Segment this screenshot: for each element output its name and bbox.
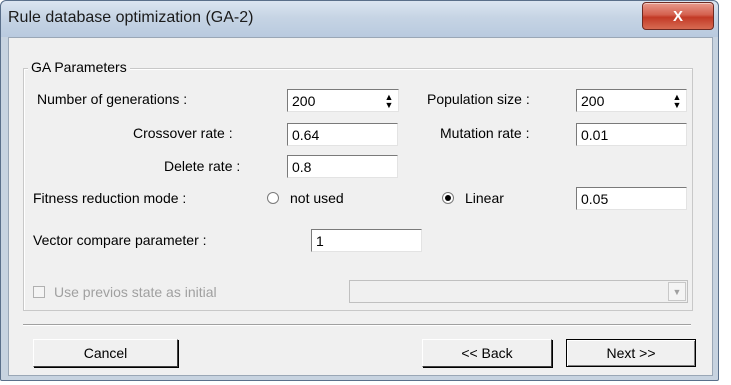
- window-title: Rule database optimization (GA-2): [8, 9, 254, 26]
- delete-input[interactable]: 0.8: [287, 155, 398, 178]
- cancel-button[interactable]: Cancel: [33, 339, 178, 367]
- radio-not-used[interactable]: [267, 192, 279, 204]
- mutation-label: Mutation rate :: [440, 125, 530, 141]
- use-previous-label: Use previos state as initial: [54, 284, 217, 300]
- back-button[interactable]: << Back: [422, 339, 552, 367]
- population-label: Population size :: [427, 91, 530, 107]
- mutation-input[interactable]: 0.01: [576, 123, 687, 146]
- delete-label: Delete rate :: [164, 158, 241, 174]
- radio-linear[interactable]: [442, 192, 454, 204]
- vector-label: Vector compare parameter :: [33, 232, 207, 248]
- crossover-label: Crossover rate :: [133, 125, 233, 141]
- population-value: 200: [581, 93, 605, 109]
- dialog-body: GA Parameters Number of generations : 20…: [8, 37, 713, 376]
- next-button[interactable]: Next >>: [566, 339, 696, 367]
- group-legend: GA Parameters: [28, 59, 130, 75]
- fitness-label: Fitness reduction mode :: [33, 190, 187, 206]
- crossover-input[interactable]: 0.64: [287, 123, 398, 146]
- generations-stepper[interactable]: 200 ▲ ▼: [287, 89, 399, 112]
- divider: [23, 324, 691, 326]
- generations-spin[interactable]: ▲ ▼: [380, 90, 398, 111]
- population-spin[interactable]: ▲ ▼: [668, 90, 686, 111]
- generations-value: 200: [292, 93, 316, 109]
- close-icon: X: [672, 7, 683, 25]
- radio-not-used-label[interactable]: not used: [290, 190, 344, 206]
- population-stepper[interactable]: 200 ▲ ▼: [576, 89, 687, 112]
- title-bar[interactable]: Rule database optimization (GA-2) X: [1, 1, 718, 37]
- spin-down-icon[interactable]: ▼: [385, 100, 394, 109]
- close-button[interactable]: X: [642, 2, 714, 30]
- dropdown-arrow-icon[interactable]: ▼: [668, 282, 686, 301]
- generations-label: Number of generations :: [37, 91, 188, 107]
- initial-state-select[interactable]: ▼: [349, 280, 688, 303]
- radio-linear-label[interactable]: Linear: [465, 190, 504, 206]
- spin-down-icon[interactable]: ▼: [673, 100, 682, 109]
- vector-input[interactable]: 1: [311, 229, 422, 252]
- dialog-window: Rule database optimization (GA-2) X GA P…: [0, 0, 719, 381]
- linear-input[interactable]: 0.05: [576, 187, 687, 210]
- use-previous-checkbox[interactable]: [33, 286, 45, 298]
